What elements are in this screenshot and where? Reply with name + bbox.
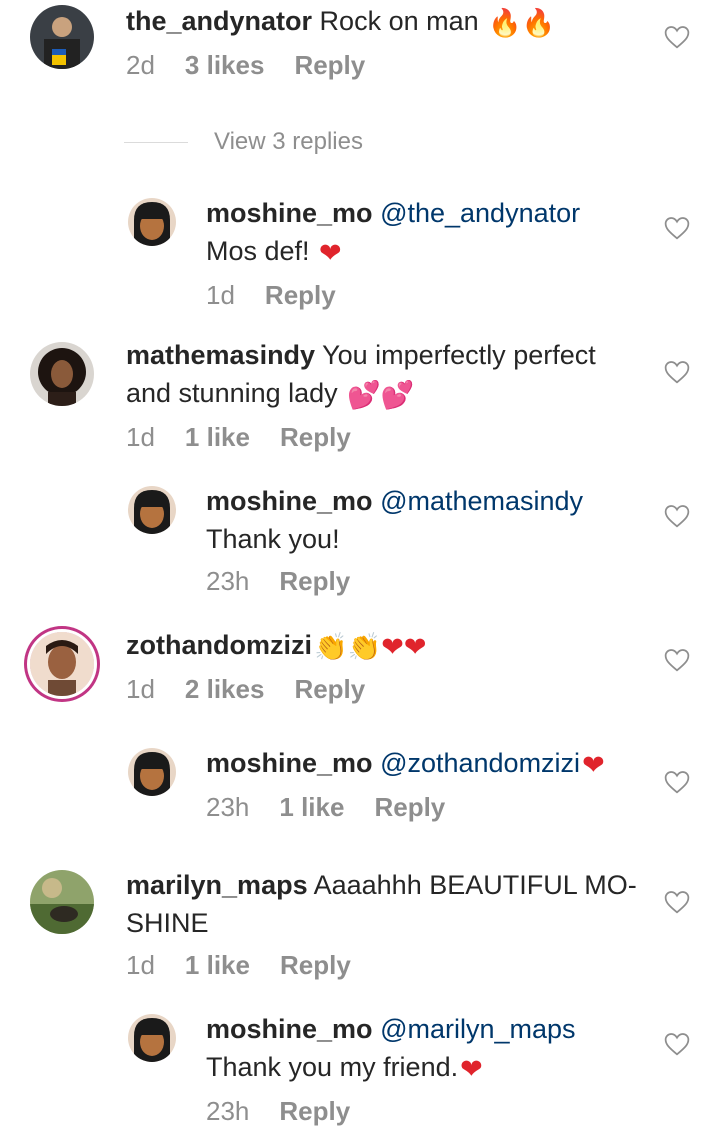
mention-link[interactable]: @the_andynator bbox=[380, 198, 580, 228]
heart-outline-icon[interactable] bbox=[664, 25, 690, 49]
avatar[interactable] bbox=[30, 5, 94, 69]
comment-username[interactable]: moshine_mo bbox=[206, 198, 373, 228]
comment-text: Thank you! bbox=[206, 524, 340, 554]
heart-outline-icon[interactable] bbox=[664, 770, 690, 794]
comment-text: Mos def! bbox=[206, 236, 318, 266]
comment-likes[interactable]: 2 likes bbox=[185, 674, 265, 704]
comment-username[interactable]: moshine_mo bbox=[206, 1014, 373, 1044]
comment-username[interactable]: marilyn_maps bbox=[126, 870, 308, 900]
avatar[interactable] bbox=[128, 748, 176, 796]
avatar[interactable] bbox=[128, 1014, 176, 1062]
reply-button[interactable]: Reply bbox=[280, 422, 351, 452]
comment-username[interactable]: moshine_mo bbox=[206, 486, 373, 516]
comment-username[interactable]: moshine_mo bbox=[206, 748, 373, 778]
comment-likes[interactable]: 3 likes bbox=[185, 50, 265, 80]
comment-time: 1d bbox=[206, 279, 235, 310]
two-hearts-emoji: 💕💕 bbox=[347, 379, 415, 410]
reply-button[interactable]: Reply bbox=[280, 950, 351, 980]
avatar[interactable] bbox=[128, 486, 176, 534]
red-heart-emoji: ❤ bbox=[460, 1053, 483, 1084]
reply-button[interactable]: Reply bbox=[294, 50, 365, 80]
comment-time: 23h bbox=[206, 791, 250, 822]
reply-button[interactable]: Reply bbox=[279, 566, 350, 596]
comment-username[interactable]: zothandomzizi bbox=[126, 630, 312, 660]
comment-text: Thank you my friend. bbox=[206, 1052, 459, 1082]
comment-time: 23h bbox=[206, 566, 250, 596]
heart-outline-icon[interactable] bbox=[664, 648, 690, 672]
reply-button[interactable]: Reply bbox=[279, 1096, 350, 1126]
comment-username[interactable]: mathemasindy bbox=[126, 340, 315, 370]
mention-link[interactable]: @zothandomzizi bbox=[380, 748, 580, 778]
comment-time: 1d bbox=[126, 950, 155, 980]
red-heart-emoji: ❤ bbox=[582, 749, 605, 780]
heart-outline-icon[interactable] bbox=[664, 1032, 690, 1056]
reply-button[interactable]: Reply bbox=[294, 674, 365, 704]
comment-text: Rock on man bbox=[312, 6, 487, 36]
heart-outline-icon[interactable] bbox=[664, 216, 690, 240]
reply-button[interactable]: Reply bbox=[265, 280, 336, 310]
heart-outline-icon[interactable] bbox=[664, 360, 690, 384]
avatar[interactable] bbox=[30, 342, 94, 406]
view-replies-label[interactable]: View 3 replies bbox=[214, 128, 363, 155]
avatar-with-story-ring[interactable] bbox=[30, 632, 94, 696]
fire-emoji: 🔥🔥 bbox=[488, 7, 556, 38]
comment-time: 1d bbox=[126, 673, 155, 704]
heart-outline-icon[interactable] bbox=[664, 890, 690, 914]
comment-likes[interactable]: 1 like bbox=[185, 950, 250, 980]
heart-outline-icon[interactable] bbox=[664, 504, 690, 528]
red-heart-emoji: ❤ bbox=[319, 237, 342, 268]
avatar[interactable] bbox=[128, 198, 176, 246]
comment-likes[interactable]: 1 like bbox=[185, 422, 250, 452]
comment-likes[interactable]: 1 like bbox=[279, 792, 344, 822]
clapping-hands-emoji: 👏👏❤❤ bbox=[313, 631, 427, 662]
comment-username[interactable]: the_andynator bbox=[126, 6, 312, 36]
reply-button[interactable]: Reply bbox=[374, 792, 445, 822]
view-replies-button[interactable]: View 3 replies bbox=[124, 128, 363, 156]
mention-link[interactable]: @mathemasindy bbox=[380, 486, 583, 516]
divider bbox=[124, 142, 188, 144]
comment-time: 1d bbox=[126, 421, 155, 452]
comment-time: 23h bbox=[206, 1095, 250, 1126]
mention-link[interactable]: @marilyn_maps bbox=[380, 1014, 575, 1044]
avatar[interactable] bbox=[30, 870, 94, 934]
comment-time: 2d bbox=[126, 49, 155, 80]
